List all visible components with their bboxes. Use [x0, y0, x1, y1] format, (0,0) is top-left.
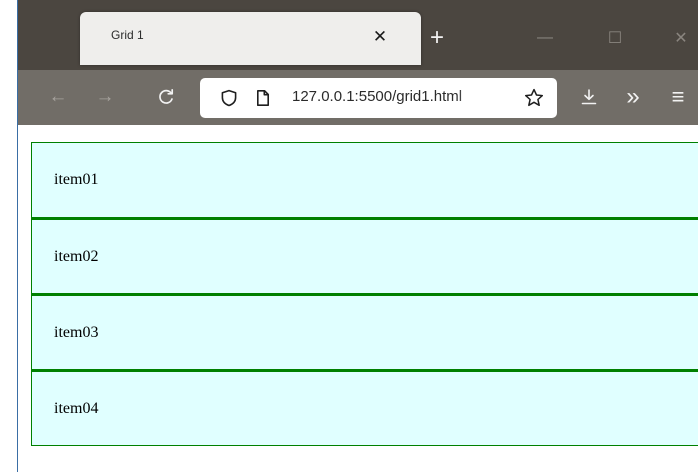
- window-close-icon[interactable]: ✕: [664, 21, 698, 55]
- new-tab-plus-icon[interactable]: +: [420, 21, 454, 55]
- grid-item-4: item04: [31, 370, 698, 446]
- url-bar[interactable]: 127.0.0.1:5500/grid1.html: [200, 78, 557, 118]
- maximize-icon[interactable]: ☐: [598, 21, 632, 55]
- bookmark-star-icon[interactable]: [524, 88, 544, 108]
- tab-grid-1[interactable]: Grid 1 ✕: [80, 12, 421, 65]
- downloads-button[interactable]: [572, 80, 606, 114]
- overflow-chevron-icon[interactable]: »: [616, 80, 650, 114]
- grid-item-3: item03: [31, 294, 698, 370]
- shield-icon[interactable]: [220, 89, 238, 107]
- grid-item-2: item02: [31, 218, 698, 294]
- forward-arrow-icon[interactable]: →: [88, 80, 122, 114]
- page-content: item01 item02 item03 item04: [18, 125, 698, 472]
- reload-button[interactable]: [149, 80, 183, 114]
- navigation-toolbar: ← → 127.0.0.1:5500/grid1.html » ≡: [18, 70, 698, 125]
- tab-close-icon[interactable]: ✕: [364, 21, 396, 53]
- download-icon: [581, 89, 597, 105]
- grid-container: item01 item02 item03 item04: [31, 142, 698, 446]
- grid-item-1: item01: [31, 142, 698, 218]
- tab-strip: Grid 1 ✕ + — ☐ ✕: [18, 0, 698, 70]
- menu-hamburger-icon[interactable]: ≡: [661, 80, 695, 114]
- minimize-icon[interactable]: —: [528, 21, 562, 55]
- url-fade: [454, 82, 508, 114]
- reload-icon: [159, 88, 174, 104]
- back-arrow-icon[interactable]: ←: [41, 80, 75, 114]
- tab-title: Grid 1: [111, 28, 144, 42]
- page-icon[interactable]: [254, 89, 272, 107]
